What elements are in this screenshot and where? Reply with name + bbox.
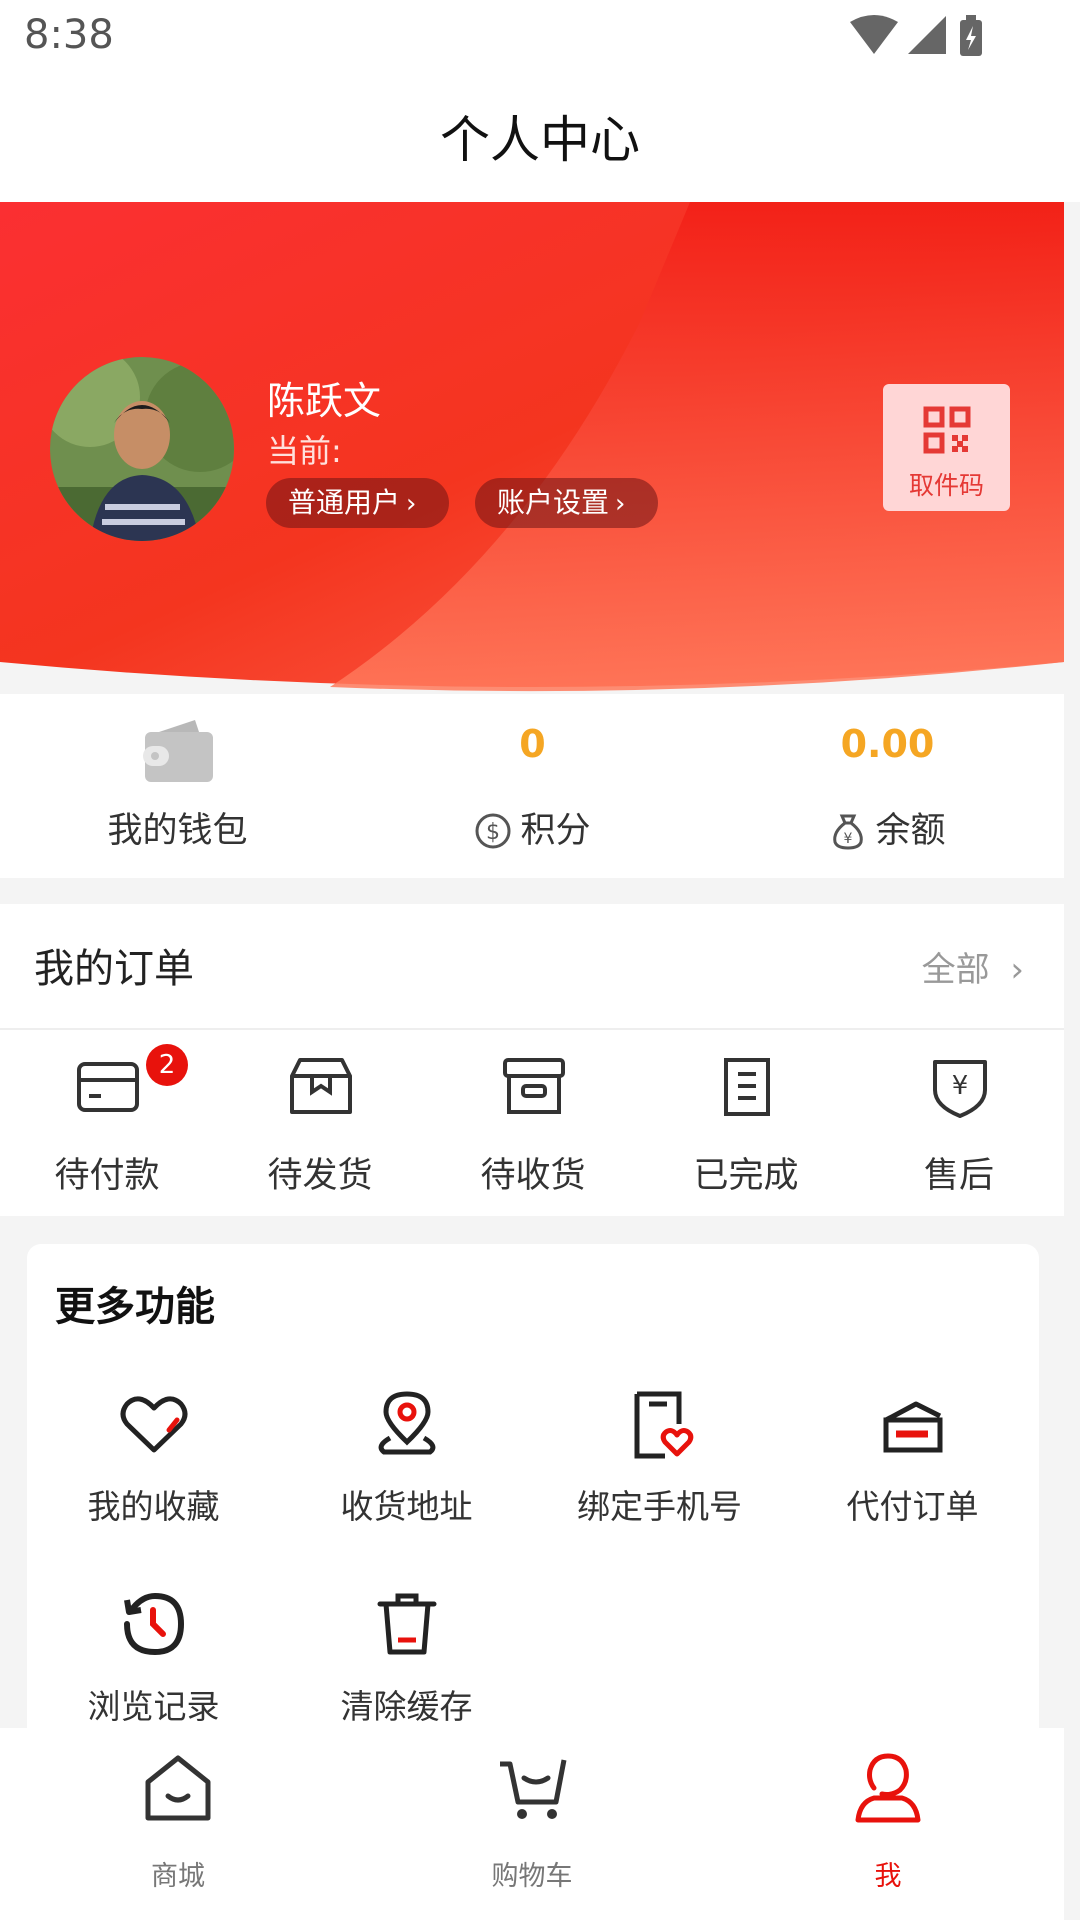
tab-label: 商城 bbox=[151, 1861, 205, 1892]
order-pending-shipment[interactable]: 待发货 bbox=[213, 1054, 427, 1204]
document-icon bbox=[724, 1058, 770, 1116]
order-completed[interactable]: 已完成 bbox=[639, 1054, 853, 1204]
status-icons bbox=[850, 15, 982, 56]
money-bag-icon: ¥ bbox=[833, 814, 864, 850]
tab-mall[interactable]: 商城 bbox=[78, 1752, 278, 1902]
order-label: 售后 bbox=[923, 1156, 994, 1196]
status-bar: 8:38 bbox=[0, 0, 1080, 72]
cart-icon bbox=[500, 1759, 567, 1819]
order-label: 待收货 bbox=[480, 1156, 586, 1196]
chevron-right-icon: › bbox=[615, 489, 626, 519]
archive-icon bbox=[503, 1058, 565, 1114]
tab-me[interactable]: 我 bbox=[788, 1752, 988, 1902]
profile-banner: 陈跃文 当前: 普通用户 › 账户设置 › 取件码 bbox=[0, 202, 1064, 692]
card-icon bbox=[77, 1062, 139, 1112]
svg-text:¥: ¥ bbox=[844, 831, 853, 847]
divider bbox=[0, 1028, 1064, 1030]
order-label: 待付款 bbox=[54, 1156, 160, 1196]
user-type-button[interactable]: 普通用户 › bbox=[266, 478, 449, 528]
balance-label: 余额 bbox=[875, 811, 946, 851]
battery-charging-icon bbox=[960, 15, 982, 56]
wifi-icon bbox=[850, 15, 898, 54]
header: 个人中心 bbox=[0, 72, 1080, 202]
page-title: 个人中心 bbox=[440, 111, 640, 169]
unpaid-count-badge: 2 bbox=[146, 1044, 188, 1086]
home-icon bbox=[145, 1755, 211, 1821]
svg-text:$: $ bbox=[486, 820, 500, 845]
function-label: 绑定手机号 bbox=[577, 1487, 742, 1526]
view-all-label: 全部 bbox=[921, 950, 990, 990]
wallet-label: 我的钱包 bbox=[107, 811, 248, 851]
points-label-row: $ 积分 bbox=[355, 802, 710, 853]
pay-order-icon bbox=[883, 1401, 943, 1453]
order-label: 已完成 bbox=[693, 1156, 799, 1196]
heart-icon bbox=[120, 1396, 188, 1453]
browsing-history[interactable]: 浏览记录 bbox=[27, 1590, 280, 1740]
function-label: 清除缓存 bbox=[340, 1687, 473, 1726]
points-value: 0 bbox=[519, 722, 546, 766]
account-settings-label: 账户设置 bbox=[497, 486, 610, 519]
points[interactable]: 0 $ 积分 bbox=[355, 694, 710, 878]
order-after-sales[interactable]: ¥ 售后 bbox=[852, 1054, 1066, 1204]
function-label: 收货地址 bbox=[340, 1487, 473, 1526]
more-functions-title: 更多功能 bbox=[55, 1284, 215, 1330]
account-settings-button[interactable]: 账户设置 › bbox=[475, 478, 658, 528]
history-icon bbox=[124, 1592, 185, 1656]
tab-label: 购物车 bbox=[491, 1861, 573, 1892]
status-time: 8:38 bbox=[24, 12, 114, 58]
user-name: 陈跃文 bbox=[267, 379, 382, 423]
order-pending-receipt[interactable]: 待收货 bbox=[426, 1054, 640, 1204]
points-label: 积分 bbox=[520, 811, 591, 851]
chevron-right-icon: › bbox=[406, 489, 417, 519]
order-label: 待发货 bbox=[267, 1156, 373, 1196]
avatar[interactable] bbox=[50, 357, 234, 541]
function-label: 代付订单 bbox=[846, 1487, 979, 1526]
chevron-right-icon: › bbox=[1010, 950, 1024, 990]
function-label: 浏览记录 bbox=[87, 1687, 220, 1726]
qr-code-icon bbox=[923, 406, 971, 454]
yuan-shield-icon: ¥ bbox=[933, 1060, 987, 1118]
my-favorites[interactable]: 我的收藏 bbox=[27, 1390, 280, 1540]
shipping-address[interactable]: 收货地址 bbox=[280, 1390, 533, 1540]
proxy-pay-orders[interactable]: 代付订单 bbox=[786, 1390, 1039, 1540]
balance-value: 0.00 bbox=[840, 722, 935, 766]
location-pin-icon bbox=[378, 1391, 436, 1455]
wallet-icon bbox=[143, 720, 213, 782]
current-level-label: 当前: bbox=[267, 432, 342, 470]
tab-cart[interactable]: 购物车 bbox=[432, 1752, 632, 1902]
signal-icon bbox=[908, 16, 946, 54]
tab-label: 我 bbox=[874, 1861, 902, 1892]
balance[interactable]: 0.00 ¥ 余额 bbox=[710, 694, 1065, 878]
user-icon bbox=[855, 1753, 921, 1823]
more-functions-card: 更多功能 我的收藏 收货地址 绑定手机号 代付订单 浏览记录 清除缓存 bbox=[27, 1244, 1039, 1764]
my-orders-section: 我的订单 全部 › 2 待付款 待发货 待收货 已完成 ¥ 售后 bbox=[0, 904, 1064, 1216]
my-wallet[interactable]: 我的钱包 bbox=[0, 694, 355, 878]
pickup-code-button[interactable]: 取件码 bbox=[883, 384, 1010, 511]
orders-title: 我的订单 bbox=[34, 946, 194, 992]
phone-heart-icon bbox=[634, 1391, 694, 1459]
wallet-row: 我的钱包 0 $ 积分 0.00 ¥ 余额 bbox=[0, 694, 1064, 878]
view-all-orders-link[interactable]: 全部 › bbox=[922, 942, 1024, 991]
box-icon bbox=[290, 1058, 352, 1114]
trash-icon bbox=[377, 1593, 437, 1655]
bind-phone[interactable]: 绑定手机号 bbox=[533, 1390, 786, 1540]
user-type-label: 普通用户 bbox=[288, 486, 401, 519]
pickup-code-label: 取件码 bbox=[908, 471, 984, 500]
svg-text:¥: ¥ bbox=[952, 1071, 969, 1101]
clear-cache[interactable]: 清除缓存 bbox=[280, 1590, 533, 1740]
order-pending-payment[interactable]: 2 待付款 bbox=[0, 1044, 214, 1204]
dollar-coin-icon: $ bbox=[475, 813, 511, 849]
function-label: 我的收藏 bbox=[87, 1487, 220, 1526]
balance-label-row: ¥ 余额 bbox=[710, 802, 1065, 853]
bottom-tab-bar: 商城 购物车 我 bbox=[0, 1728, 1064, 1920]
